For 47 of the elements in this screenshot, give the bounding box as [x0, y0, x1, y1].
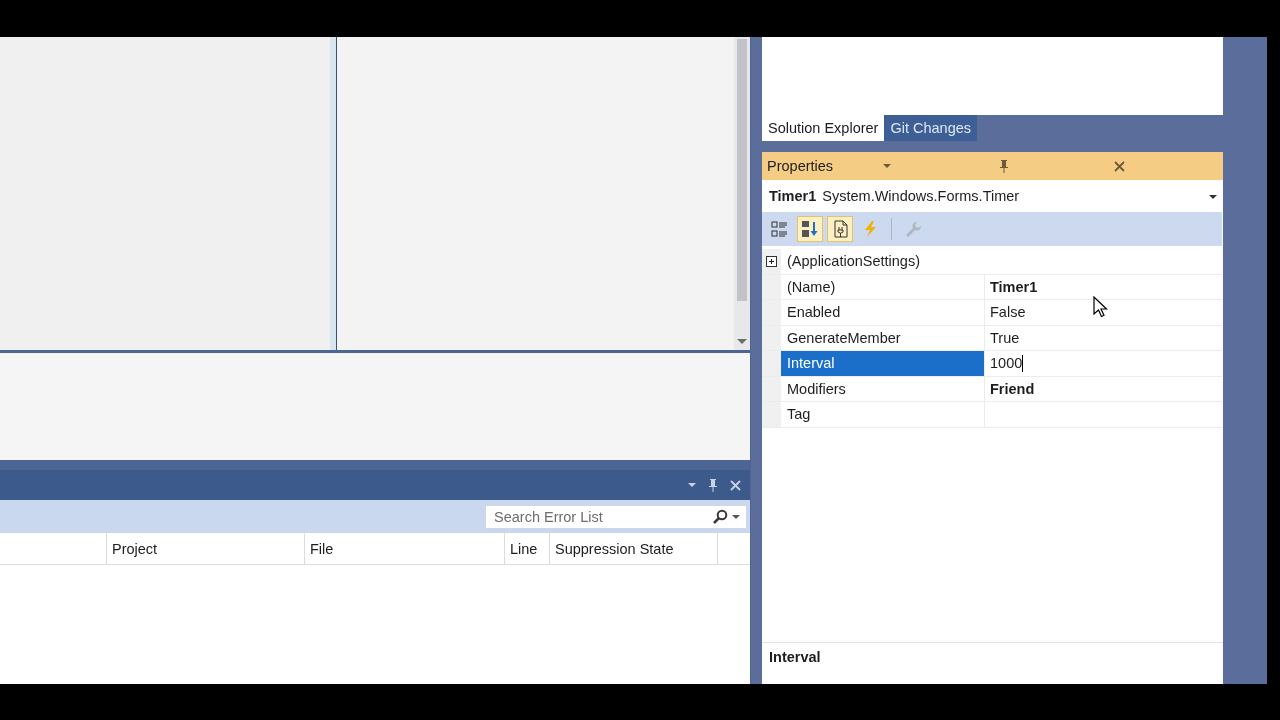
expand-icon [766, 255, 777, 267]
property-name[interactable]: Modifiers [781, 376, 985, 401]
cursor-icon [1093, 296, 1108, 318]
search-input[interactable]: Search Error List [492, 507, 712, 526]
dropdown-icon [731, 512, 740, 521]
tab[interactable]: Solution Explorer [762, 115, 885, 141]
scroll-down-icon [736, 338, 748, 345]
pin-icon [997, 158, 1010, 174]
object-name: Timer1 [769, 188, 817, 204]
close-button[interactable] [729, 478, 742, 492]
object-type: System.Windows.Forms.Timer [822, 188, 1021, 204]
panel-title: Properties [767, 158, 835, 174]
toolbar-button[interactable] [797, 216, 823, 242]
property-page-icon [831, 220, 849, 238]
sort-icon [801, 220, 819, 238]
property-name[interactable]: Enabled [781, 300, 985, 325]
dropdown-button[interactable] [687, 480, 697, 490]
property-name[interactable]: Interval [781, 351, 985, 376]
close-icon [1112, 159, 1126, 173]
dropdown-icon [882, 161, 893, 171]
search-field[interactable]: Search Error List [485, 504, 747, 529]
expand-button[interactable] [766, 255, 777, 267]
property-name[interactable]: Tag [781, 402, 985, 427]
property-value: Timer1 [990, 278, 1038, 295]
property-value: False [990, 304, 1026, 321]
category-view-icon [771, 220, 789, 238]
pin-icon [707, 477, 719, 493]
property-name[interactable]: GenerateMember [781, 325, 985, 350]
property-value: True [990, 329, 1020, 346]
value-input[interactable]: 1000 [990, 354, 1024, 372]
column-header[interactable]: Line [505, 533, 550, 564]
column-header[interactable]: File [305, 533, 505, 564]
property-name[interactable]: (Name) [781, 274, 985, 299]
property-value: Friend [990, 380, 1035, 397]
description-title: Interval [769, 649, 821, 665]
tab[interactable]: Git Changes [884, 115, 978, 141]
close-icon [729, 478, 742, 492]
pin-button[interactable] [707, 477, 719, 493]
search-icon [712, 508, 728, 525]
object-selector[interactable]: Timer1 System.Windows.Forms.Timer [762, 180, 1223, 212]
wrench-icon [904, 220, 922, 238]
property-group[interactable]: (ApplicationSettings) [781, 249, 920, 274]
scrollbar[interactable] [734, 37, 750, 350]
dropdown-icon [687, 480, 697, 490]
column-header[interactable]: Suppression State [550, 533, 718, 564]
toolbar-button[interactable] [827, 216, 853, 242]
column-header[interactable]: Project [107, 533, 305, 564]
